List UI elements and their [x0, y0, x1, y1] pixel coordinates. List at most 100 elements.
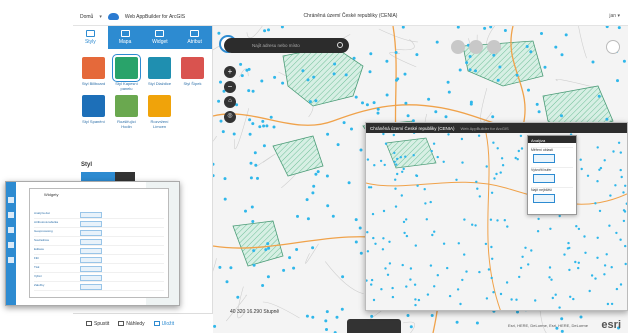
point-feature[interactable] [354, 240, 358, 244]
point-feature[interactable] [262, 124, 266, 128]
point-feature[interactable] [414, 244, 417, 247]
point-feature[interactable] [218, 265, 222, 269]
point-feature[interactable] [548, 276, 551, 279]
locate-button[interactable]: ◎ [224, 111, 236, 123]
point-feature[interactable] [399, 156, 402, 159]
point-feature[interactable] [409, 325, 413, 329]
point-feature[interactable] [376, 111, 380, 115]
point-feature[interactable] [380, 288, 383, 291]
point-feature[interactable] [489, 26, 493, 29]
point-feature[interactable] [455, 178, 458, 181]
point-feature[interactable] [223, 177, 227, 181]
point-feature[interactable] [261, 119, 265, 123]
point-feature[interactable] [447, 90, 451, 94]
point-feature[interactable] [577, 227, 581, 231]
point-feature[interactable] [382, 237, 385, 240]
point-feature[interactable] [505, 281, 509, 284]
point-feature[interactable] [598, 168, 601, 171]
point-feature[interactable] [429, 200, 432, 204]
point-feature[interactable] [474, 69, 477, 73]
point-feature[interactable] [490, 245, 493, 249]
point-feature[interactable] [490, 276, 493, 280]
dialog-row[interactable]: Souřadnice [34, 238, 164, 246]
point-feature[interactable] [575, 225, 578, 228]
point-feature[interactable] [239, 62, 243, 66]
point-feature[interactable] [384, 142, 388, 145]
point-feature[interactable] [614, 184, 617, 187]
dialog-row[interactable]: Analýza dat [34, 211, 164, 219]
point-feature[interactable] [388, 262, 392, 265]
point-feature[interactable] [359, 148, 363, 152]
point-feature[interactable] [251, 122, 255, 126]
point-feature[interactable] [569, 295, 572, 298]
point-feature[interactable] [253, 151, 257, 155]
theme-tile-layout[interactable]: Rozvržení Límcen [145, 95, 174, 129]
point-feature[interactable] [372, 101, 376, 105]
point-feature[interactable] [535, 102, 539, 106]
point-feature[interactable] [495, 172, 498, 176]
point-feature[interactable] [596, 180, 599, 183]
point-feature[interactable] [619, 238, 622, 241]
point-feature[interactable] [577, 266, 580, 270]
point-feature[interactable] [288, 256, 292, 260]
point-feature[interactable] [606, 302, 610, 306]
point-feature[interactable] [433, 230, 436, 233]
point-feature[interactable] [225, 280, 229, 284]
point-feature[interactable] [506, 225, 509, 228]
point-feature[interactable] [385, 59, 389, 63]
point-feature[interactable] [503, 29, 507, 32]
point-feature[interactable] [414, 303, 417, 307]
dialog-row[interactable]: Filtr [34, 256, 164, 264]
point-feature[interactable] [314, 172, 318, 176]
point-feature[interactable] [596, 256, 599, 259]
point-feature[interactable] [366, 158, 370, 161]
point-feature[interactable] [605, 26, 609, 29]
dialog-row[interactable]: Tisk [34, 265, 164, 273]
point-feature[interactable] [260, 79, 264, 83]
point-feature[interactable] [485, 297, 489, 300]
point-feature[interactable] [490, 191, 494, 194]
point-feature[interactable] [622, 219, 626, 223]
point-feature[interactable] [391, 286, 394, 290]
point-feature[interactable] [324, 319, 328, 323]
point-feature[interactable] [256, 176, 259, 180]
point-feature[interactable] [245, 68, 249, 72]
point-feature[interactable] [365, 103, 369, 107]
point-feature[interactable] [603, 264, 607, 267]
theme-tile-pocket[interactable]: Styl Kapesní panelu [112, 54, 141, 91]
point-feature[interactable] [376, 107, 380, 111]
point-feature[interactable] [395, 163, 398, 166]
point-feature[interactable] [596, 146, 599, 149]
point-feature[interactable] [366, 231, 369, 234]
point-feature[interactable] [336, 143, 340, 147]
point-feature[interactable] [516, 158, 519, 161]
point-feature[interactable] [484, 242, 488, 246]
point-feature[interactable] [306, 78, 310, 82]
point-feature[interactable] [371, 212, 375, 216]
dialog-row[interactable]: Editace [34, 247, 164, 255]
point-feature[interactable] [392, 133, 395, 137]
point-feature[interactable] [426, 293, 430, 296]
point-feature[interactable] [563, 253, 566, 256]
point-feature[interactable] [273, 75, 277, 79]
tab-styles[interactable]: Styly [73, 26, 108, 49]
point-feature[interactable] [492, 291, 495, 294]
point-feature[interactable] [515, 73, 519, 77]
point-feature[interactable] [333, 62, 337, 66]
point-feature[interactable] [537, 217, 540, 221]
sidebar-icon[interactable] [8, 227, 14, 233]
point-feature[interactable] [624, 244, 627, 248]
point-feature[interactable] [412, 154, 415, 157]
point-feature[interactable] [536, 230, 540, 233]
point-feature[interactable] [344, 73, 348, 77]
point-feature[interactable] [498, 65, 502, 69]
point-feature[interactable] [566, 247, 570, 250]
point-feature[interactable] [358, 226, 362, 230]
point-feature[interactable] [369, 186, 373, 189]
point-feature[interactable] [550, 278, 553, 281]
point-feature[interactable] [591, 60, 595, 64]
point-feature[interactable] [435, 40, 439, 44]
point-feature[interactable] [269, 115, 273, 119]
zoom-in-button[interactable]: + [224, 66, 236, 78]
point-feature[interactable] [524, 246, 527, 249]
